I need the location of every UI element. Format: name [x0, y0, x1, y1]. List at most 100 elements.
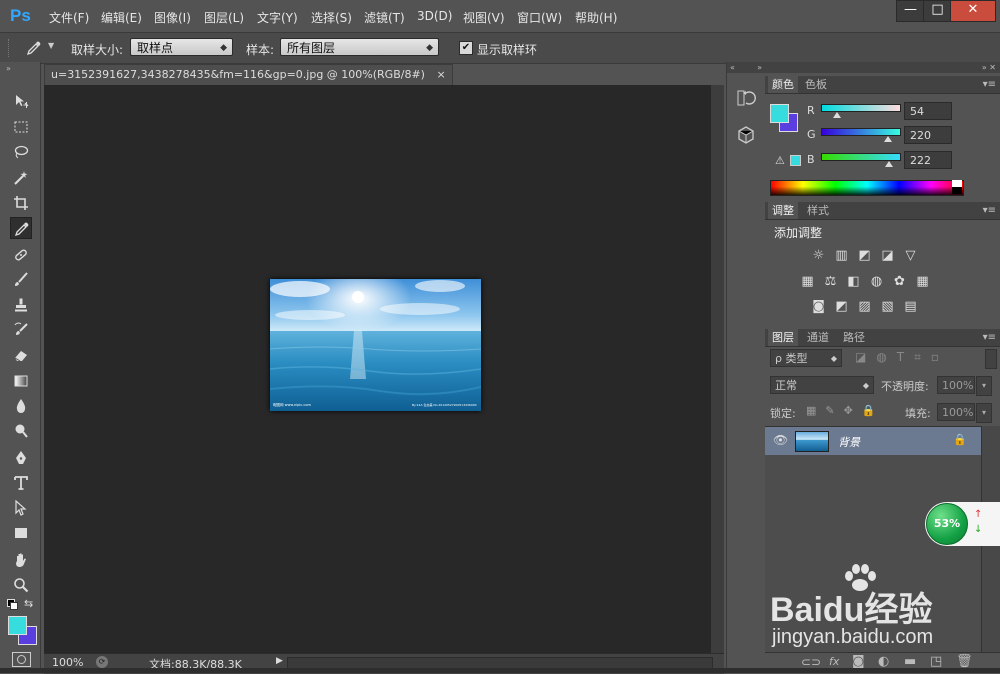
lasso-tool-icon[interactable]	[10, 141, 32, 163]
vertical-scrollbar[interactable]	[711, 85, 724, 653]
quick-mask-icon[interactable]	[12, 652, 31, 667]
maximize-button[interactable]: □	[923, 0, 952, 22]
3d-panel-icon[interactable]	[736, 125, 756, 145]
close-button[interactable]: ✕	[950, 0, 996, 22]
brush-tool-icon[interactable]	[10, 269, 32, 291]
black-white-icon[interactable]: ◧	[845, 274, 862, 289]
invert-icon[interactable]: ◙	[810, 299, 827, 314]
default-colors-icon[interactable]	[7, 599, 18, 610]
sample-size-select[interactable]: 取样点 ◆	[130, 38, 233, 56]
vibrance-icon[interactable]: ▽	[902, 248, 919, 263]
threshold-icon[interactable]: ▨	[856, 299, 873, 314]
fill-field[interactable]: 100%	[937, 403, 975, 421]
color-spectrum-bar[interactable]	[770, 180, 964, 196]
magic-wand-tool-icon[interactable]	[10, 167, 32, 189]
g-slider-thumb[interactable]	[884, 136, 893, 142]
speed-widget[interactable]: 53% ↑ ↓	[925, 502, 1000, 546]
color-balance-icon[interactable]: ⚖	[822, 274, 839, 289]
tab-color[interactable]: 颜色	[768, 76, 798, 93]
new-group-icon[interactable]: ▬	[904, 654, 916, 669]
layer-filter-kind[interactable]: ρ 类型 ◆	[770, 349, 842, 367]
menu-type[interactable]: 文字(Y)	[257, 9, 298, 26]
gamut-color-chip[interactable]	[790, 155, 801, 166]
photo-filter-icon[interactable]: ◍	[868, 274, 885, 289]
close-tab-icon[interactable]: ×	[436, 68, 445, 81]
channel-mixer-icon[interactable]: ✿	[891, 274, 908, 289]
new-layer-icon[interactable]: ◳	[930, 654, 942, 669]
filter-toggle[interactable]	[985, 349, 997, 369]
curves-icon[interactable]: ◩	[856, 248, 873, 263]
expand-icon[interactable]: »	[757, 62, 762, 73]
eyedropper-tool-icon[interactable]	[10, 217, 32, 239]
brightness-contrast-icon[interactable]: ☼	[810, 248, 827, 263]
opacity-field[interactable]: 100%	[937, 376, 975, 394]
lock-options[interactable]: ▦✎✥🔒	[806, 404, 885, 417]
color-panel-foreground-swatch[interactable]	[770, 104, 789, 123]
b-slider[interactable]	[821, 153, 901, 161]
add-mask-icon[interactable]: ◙	[852, 654, 865, 669]
tab-channels[interactable]: 通道	[803, 329, 833, 346]
gradient-tool-icon[interactable]	[10, 370, 32, 392]
hue-saturation-icon[interactable]: ▦	[799, 274, 816, 289]
healing-brush-tool-icon[interactable]	[10, 244, 32, 266]
gradient-map-icon[interactable]: ▤	[902, 299, 919, 314]
layer-row-background[interactable]: 👁 背景 🔒	[765, 427, 981, 455]
pen-tool-icon[interactable]	[10, 447, 32, 469]
new-adjustment-layer-icon[interactable]: ◐	[878, 654, 889, 669]
show-ring-checkbox[interactable]: ✔	[459, 41, 473, 55]
menu-filter[interactable]: 滤镜(T)	[364, 9, 405, 26]
exposure-icon[interactable]: ◪	[879, 248, 896, 263]
history-panel-icon[interactable]	[736, 88, 756, 108]
clone-stamp-tool-icon[interactable]	[10, 294, 32, 316]
menu-image[interactable]: 图像(I)	[154, 9, 191, 26]
history-brush-tool-icon[interactable]	[10, 319, 32, 341]
menu-view[interactable]: 视图(V)	[463, 9, 505, 26]
menu-file[interactable]: 文件(F)	[49, 9, 89, 26]
collapse-icon[interactable]: «	[730, 63, 735, 72]
layer-filter-icons[interactable]: ◪◍T⌗▫	[855, 350, 949, 365]
tab-paths[interactable]: 路径	[839, 329, 869, 346]
hand-tool-icon[interactable]	[10, 549, 32, 571]
r-slider[interactable]	[821, 104, 901, 112]
fill-dropdown-icon[interactable]: ▾	[976, 403, 992, 423]
r-value-field[interactable]: 54	[904, 102, 952, 120]
panel-menu-icon[interactable]: ▾≡	[983, 202, 996, 219]
eraser-tool-icon[interactable]	[10, 344, 32, 366]
document-image[interactable]: 昵图网 www.nipic.com By:12A 生态美 No.20120527…	[269, 279, 482, 411]
dodge-tool-icon[interactable]	[10, 420, 32, 442]
b-slider-thumb[interactable]	[884, 161, 893, 167]
panel-menu-icon[interactable]: ▾≡	[983, 76, 996, 93]
tab-swatches[interactable]: 色板	[801, 76, 831, 93]
layer-style-icon[interactable]: fx	[829, 655, 839, 668]
collapse-panels-icon[interactable]: » ✕	[982, 62, 996, 73]
menu-select[interactable]: 选择(S)	[311, 9, 352, 26]
sample-select[interactable]: 所有图层 ◆	[280, 38, 439, 56]
g-slider[interactable]	[821, 128, 901, 136]
swap-colors-icon[interactable]: ⇆	[24, 597, 33, 610]
eyedropper-preset-picker[interactable]: ▼	[26, 38, 56, 58]
spectrum-white-chip[interactable]	[952, 180, 962, 187]
status-menu-arrow-icon[interactable]: ▶	[276, 656, 283, 666]
out-of-gamut-warning-icon[interactable]: ⚠	[775, 154, 785, 167]
type-tool-icon[interactable]	[10, 472, 32, 494]
menu-window[interactable]: 窗口(W)	[517, 9, 562, 26]
document-tab[interactable]: u=3152391627,3438278435&fm=116&gp=0.jpg …	[44, 64, 453, 85]
move-tool-icon[interactable]	[10, 90, 32, 112]
layer-name[interactable]: 背景	[838, 434, 860, 450]
tab-layers[interactable]: 图层	[768, 329, 798, 346]
foreground-color-swatch[interactable]	[8, 616, 27, 635]
crop-tool-icon[interactable]	[10, 192, 32, 214]
selective-color-icon[interactable]: ▧	[879, 299, 896, 314]
visibility-eye-icon[interactable]: 👁	[773, 433, 788, 447]
b-value-field[interactable]: 222	[904, 151, 952, 169]
menu-help[interactable]: 帮助(H)	[575, 9, 617, 26]
menu-layer[interactable]: 图层(L)	[204, 9, 244, 26]
tab-adjustments[interactable]: 调整	[768, 202, 798, 219]
blend-mode-select[interactable]: 正常 ◆	[770, 376, 874, 394]
zoom-tool-icon[interactable]	[10, 574, 32, 596]
levels-icon[interactable]: ▥	[833, 248, 850, 263]
opacity-dropdown-icon[interactable]: ▾	[976, 376, 992, 396]
tab-styles[interactable]: 样式	[803, 202, 833, 219]
g-value-field[interactable]: 220	[904, 126, 952, 144]
blur-tool-icon[interactable]	[10, 395, 32, 417]
